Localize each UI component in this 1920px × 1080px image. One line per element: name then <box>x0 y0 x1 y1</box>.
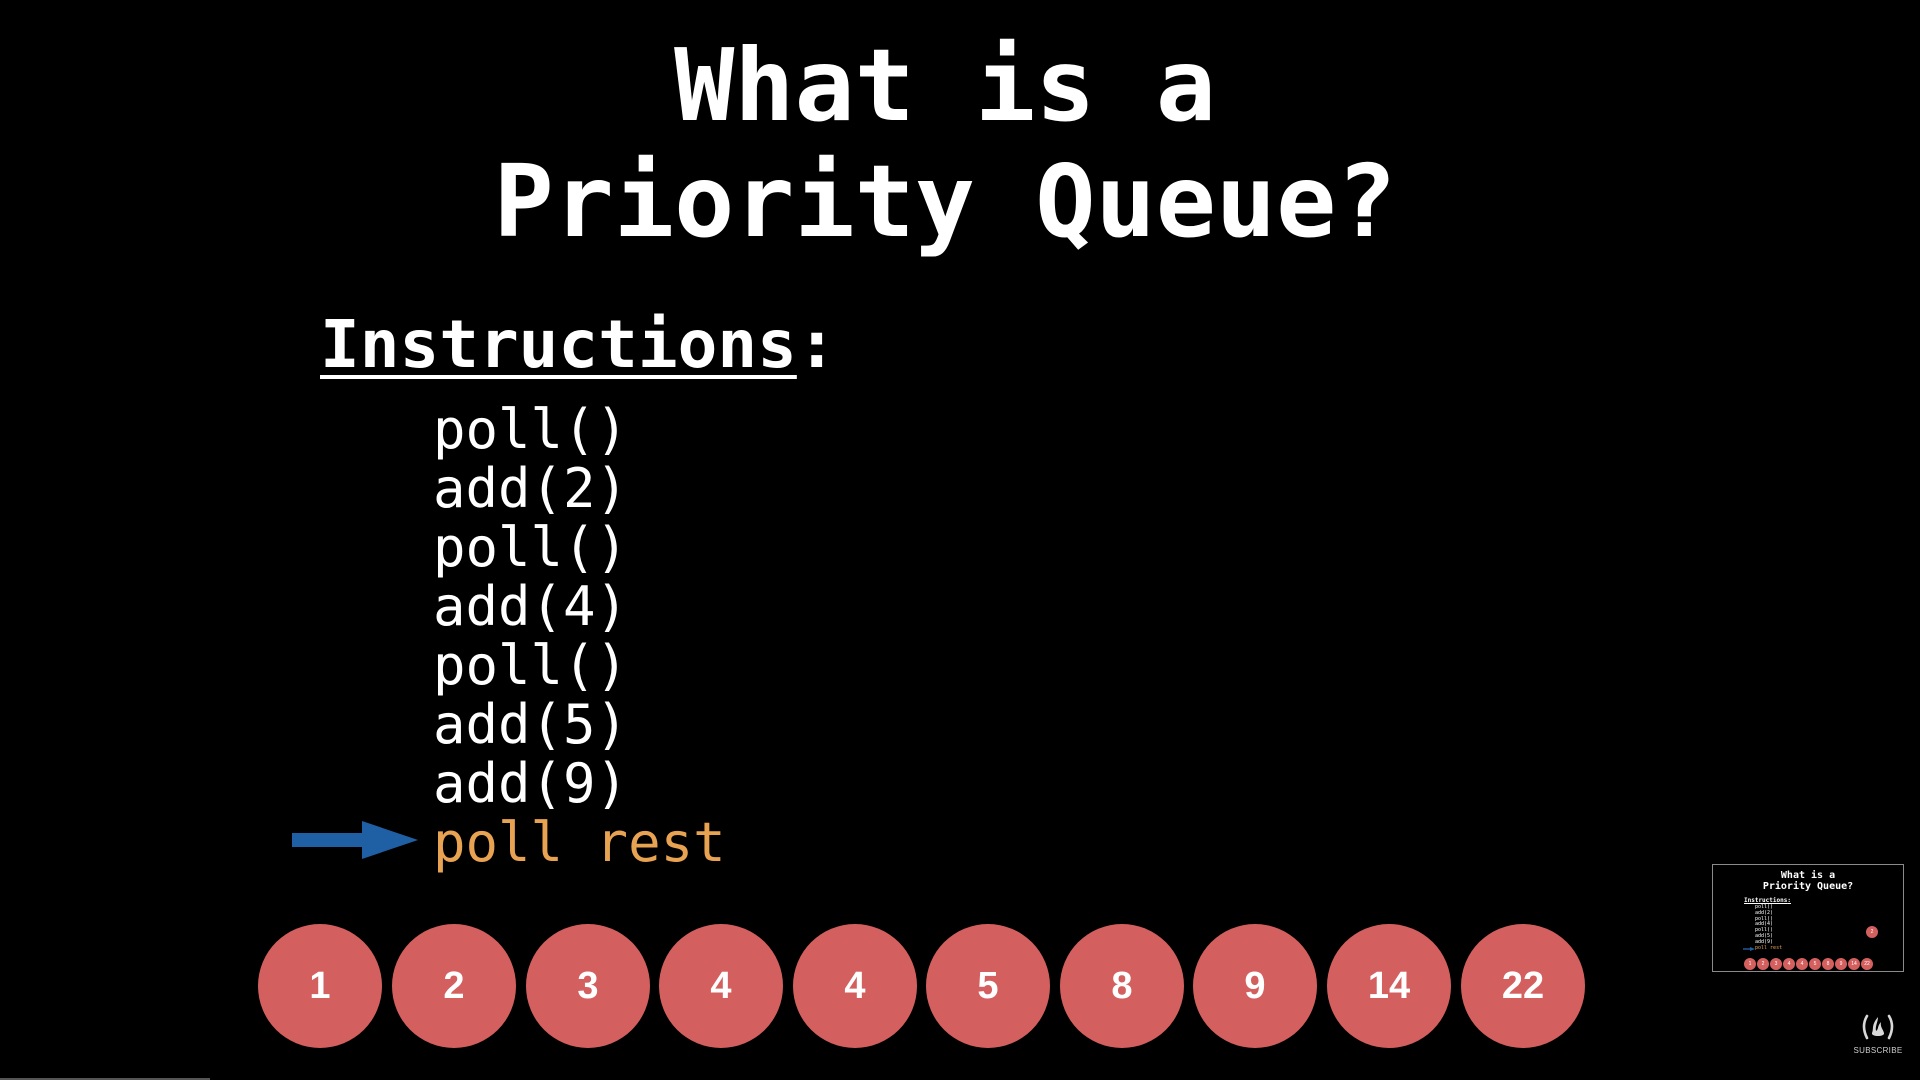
queue-node: 2 <box>392 924 516 1048</box>
instruction-item: add(4) <box>433 575 629 638</box>
preview-queue-node: 1 <box>1744 958 1756 970</box>
preview-queue-node: 8 <box>1822 958 1834 970</box>
queue-node: 9 <box>1193 924 1317 1048</box>
right-arrow-icon <box>292 821 418 859</box>
slide-title: What is a Priority Queue? <box>0 28 1890 260</box>
queue-node: 1 <box>258 924 382 1048</box>
title-line-1: What is a <box>674 27 1216 144</box>
instruction-list: poll() add(2) poll() add(4) poll() add(5… <box>433 400 726 872</box>
next-slide-preview[interactable]: What is a Priority Queue? Instructions: … <box>1712 864 1904 972</box>
preview-heading-colon: : <box>1787 897 1791 904</box>
queue-node: 4 <box>659 924 783 1048</box>
instructions-heading-text: Instructions <box>320 306 797 383</box>
instructions-heading: Instructions: <box>320 305 837 385</box>
preview-queue-node: 9 <box>1835 958 1847 970</box>
preview-queue-node: 4 <box>1796 958 1808 970</box>
queue-node: 3 <box>526 924 650 1048</box>
queue-node: 22 <box>1461 924 1585 1048</box>
title-line-2: Priority Queue? <box>493 143 1397 260</box>
instruction-item: poll() <box>433 398 629 461</box>
subscribe-button[interactable]: SUBSCRIBE <box>1850 1012 1906 1058</box>
queue-node: 4 <box>793 924 917 1048</box>
queue-node: 8 <box>1060 924 1184 1048</box>
preview-queue-node: 22 <box>1861 958 1873 970</box>
instruction-item: add(2) <box>433 457 629 520</box>
instruction-item: poll() <box>433 634 629 697</box>
preview-queue-node: 14 <box>1848 958 1860 970</box>
priority-queue: 1 2 3 4 4 5 8 9 14 22 <box>258 924 1588 1048</box>
instructions-heading-colon: : <box>796 306 837 383</box>
preview-queue-node: 5 <box>1809 958 1821 970</box>
preview-floating-node: 2 <box>1866 926 1878 938</box>
preview-heading: Instructions: <box>1744 897 1791 904</box>
instruction-item-current: poll rest <box>433 811 726 874</box>
instruction-item: poll() <box>433 516 629 579</box>
preview-instruction-list: poll() add(2) poll() add(4) poll() add(5… <box>1755 904 1783 951</box>
preview-title-line-2: Priority Queue? <box>1762 881 1854 892</box>
instruction-item: add(9) <box>433 752 629 815</box>
instruction-item: add(5) <box>433 693 629 756</box>
queue-node: 14 <box>1327 924 1451 1048</box>
preview-title: What is a Priority Queue? <box>1713 870 1903 892</box>
preview-queue-node: 3 <box>1770 958 1782 970</box>
preview-arrow-icon <box>1743 947 1755 951</box>
preview-queue-node: 4 <box>1783 958 1795 970</box>
subscribe-label: SUBSCRIBE <box>1853 1046 1903 1055</box>
preview-heading-text: Instructions <box>1744 897 1788 904</box>
freecodecamp-logo-icon <box>1862 1014 1894 1040</box>
preview-instruction-item-current: poll rest <box>1755 944 1783 951</box>
queue-node: 5 <box>926 924 1050 1048</box>
preview-title-line-1: What is a <box>1780 870 1836 881</box>
preview-queue-node: 2 <box>1757 958 1769 970</box>
